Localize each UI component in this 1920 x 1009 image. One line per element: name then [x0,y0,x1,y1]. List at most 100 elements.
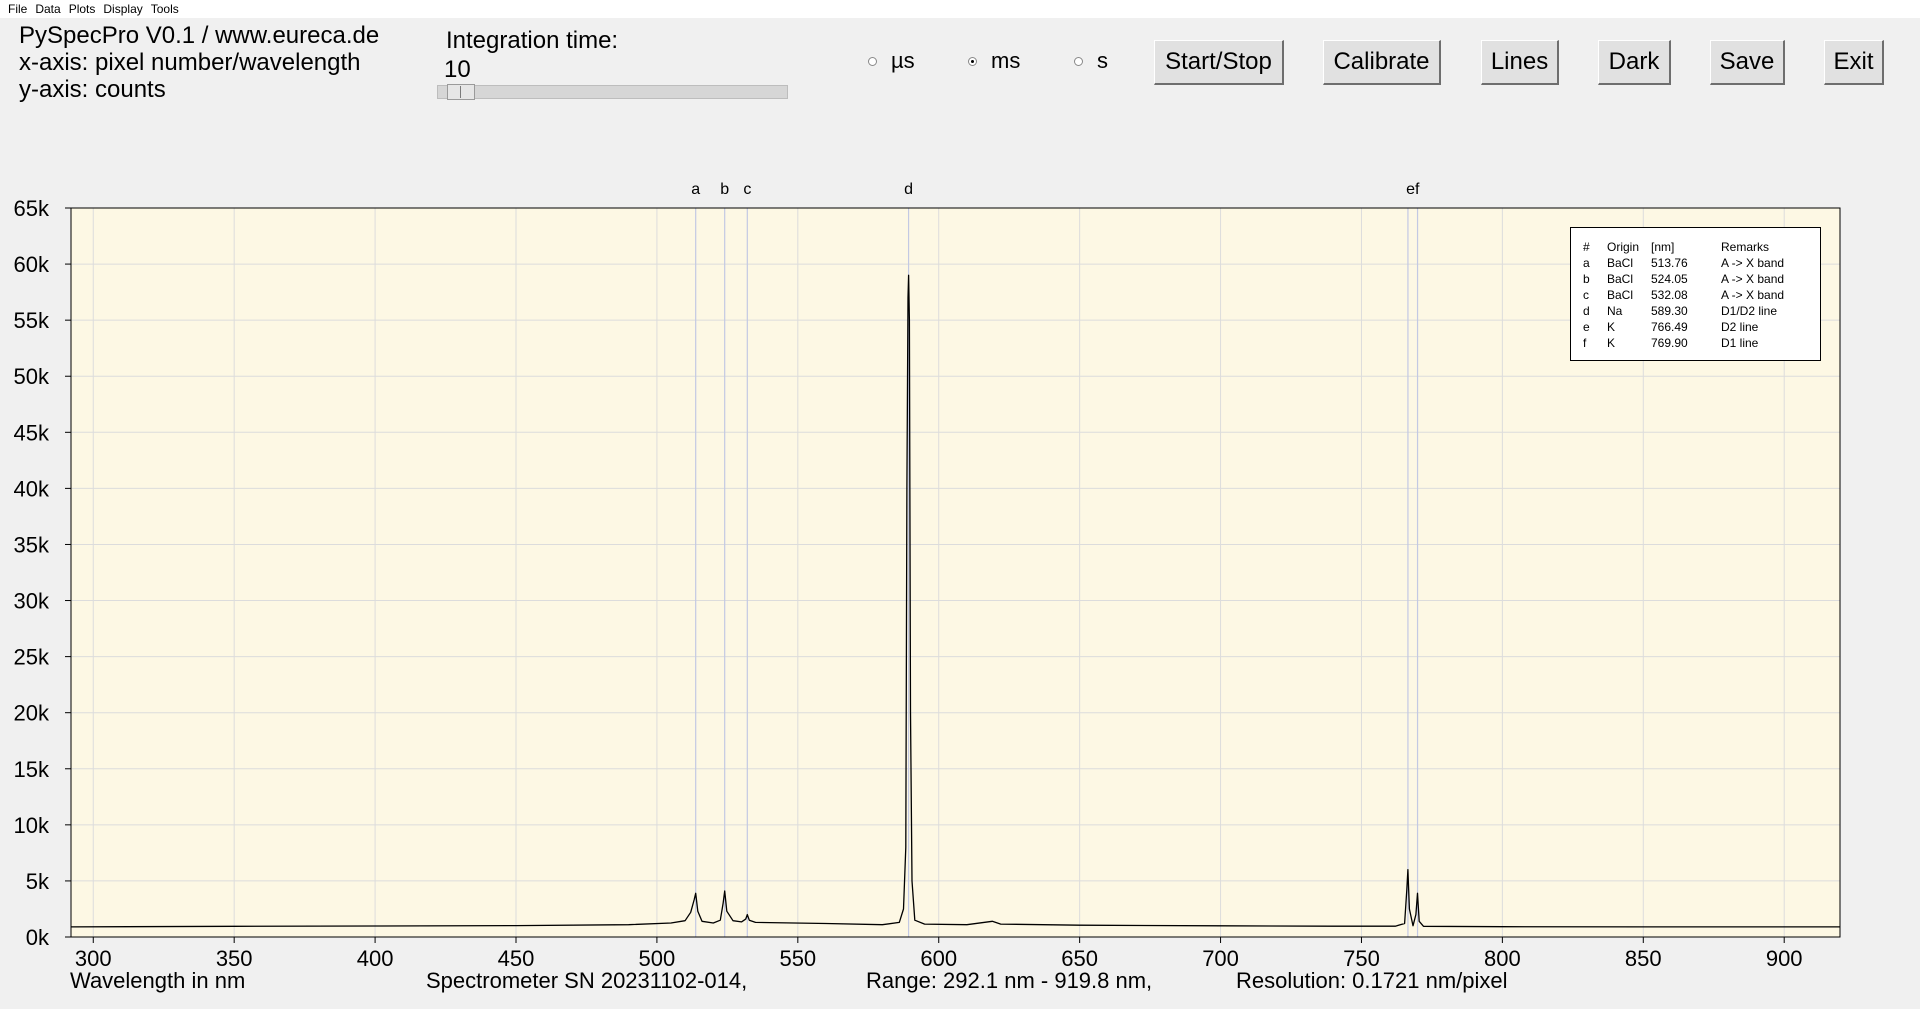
resolution-readout: Resolution: 0.1721 nm/pixel [1236,968,1508,993]
marker-label: c [743,181,751,198]
yaxis-info: y-axis: counts [19,76,166,103]
legend-cell-remarks: A -> X band [1721,256,1785,270]
x-tick-label: 500 [639,946,676,968]
x-tick-label: 700 [1202,946,1239,968]
menu-bar: File Data Plots Display Tools [0,0,1920,18]
legend-cell-remarks: A -> X band [1721,272,1785,286]
x-tick-label: 750 [1343,946,1380,968]
y-tick-label: 30k [14,589,50,614]
app-title: PySpecPro V0.1 / www.eureca.de [19,22,380,49]
legend-cell-wavelength: 524.05 [1651,272,1688,286]
legend-cell-remarks: D1/D2 line [1721,304,1778,318]
x-tick-label: 900 [1766,946,1803,968]
menu-data[interactable]: Data [27,0,60,18]
legend-cell-wavelength: 769.90 [1651,336,1688,350]
legend-row: e K 766.49 D2 line [1571,319,1820,335]
legend-row: b BaCl 524.05 A -> X band [1571,271,1820,287]
exit-button[interactable]: Exit [1824,40,1884,85]
legend-cell-remarks: D2 line [1721,320,1759,334]
y-tick-label: 60k [14,252,50,277]
y-tick-label: 5k [26,869,50,894]
x-tick-label: 550 [779,946,816,968]
integration-label: Integration time: [446,27,619,54]
x-axis-title: Wavelength in nm [70,968,246,993]
legend-header-row: # Origin [nm] Remarks [1571,239,1820,255]
x-tick-label: 300 [75,946,112,968]
menu-plots[interactable]: Plots [61,0,96,18]
x-tick-label: 350 [216,946,253,968]
x-tick-label: 800 [1484,946,1521,968]
y-tick-label: 40k [14,476,50,501]
legend-row: a BaCl 513.76 A -> X band [1571,255,1820,271]
x-tick-label: 850 [1625,946,1662,968]
legend-cell-remarks: D1 line [1721,336,1759,350]
x-tick-label: 450 [498,946,535,968]
unit-s-radio-dot[interactable] [1074,56,1083,66]
y-tick-label: 0k [26,925,50,950]
legend-header-origin: Origin [1607,240,1640,254]
calibrate-button[interactable]: Calibrate [1323,40,1441,85]
legend-cell-remarks: A -> X band [1721,288,1785,302]
legend-cell-index: d [1583,304,1590,318]
dark-button[interactable]: Dark [1598,40,1671,85]
info-panel: PySpecPro V0.1 / www.eureca.de x-axis: p… [19,22,379,103]
xaxis-info: x-axis: pixel number/wavelength [19,49,361,76]
legend-cell-origin: K [1607,336,1616,350]
y-tick-label: 45k [14,420,50,445]
menu-file[interactable]: File [0,0,27,18]
y-tick-label: 65k [14,196,50,221]
integration-panel: Integration time: 10 [444,26,619,84]
line-legend: # Origin [nm] Remarks a BaCl 513.76 A ->… [1570,227,1821,361]
menu-tools[interactable]: Tools [143,0,179,18]
legend-cell-wavelength: 532.08 [1651,288,1688,302]
legend-cell-index: e [1583,320,1590,334]
lines-button[interactable]: Lines [1481,40,1559,85]
marker-label: ef [1406,181,1420,198]
legend-cell-origin: K [1607,320,1616,334]
marker-label: a [691,181,700,198]
legend-cell-origin: Na [1607,304,1623,318]
unit-s-label: s [1097,48,1108,73]
unit-us-radio[interactable]: µs [868,48,915,74]
integration-value: 10 [444,56,471,83]
y-tick-label: 35k [14,532,50,557]
y-tick-label: 25k [14,645,50,670]
y-tick-label: 50k [14,364,50,389]
spectrometer-serial: Spectrometer SN 20231102-014, [426,968,748,993]
y-tick-label: 15k [14,757,50,782]
legend-cell-index: c [1583,288,1589,302]
legend-cell-index: a [1583,256,1590,270]
legend-cell-wavelength: 589.30 [1651,304,1688,318]
legend-cell-origin: BaCl [1607,256,1634,270]
marker-label: d [904,181,913,198]
unit-s-radio[interactable]: s [1074,48,1108,74]
unit-us-radio-dot[interactable] [868,56,877,66]
x-tick-label: 400 [357,946,394,968]
menu-display[interactable]: Display [95,0,142,18]
marker-label: b [720,181,729,198]
legend-row: d Na 589.30 D1/D2 line [1571,303,1820,319]
legend-cell-origin: BaCl [1607,272,1634,286]
unit-ms-radio[interactable]: ms [968,48,1020,74]
integration-slider-handle[interactable] [447,84,476,100]
legend-header-remarks: Remarks [1721,240,1770,254]
save-button[interactable]: Save [1710,40,1785,85]
unit-ms-radio-dot[interactable] [968,56,977,66]
legend-row: f K 769.90 D1 line [1571,335,1820,351]
legend-cell-index: f [1583,336,1587,350]
legend-cell-origin: BaCl [1607,288,1634,302]
legend-header-wavelength: [nm] [1651,240,1675,254]
x-tick-label: 650 [1061,946,1098,968]
integration-slider[interactable] [437,85,788,99]
y-tick-label: 20k [14,701,50,726]
range-readout: Range: 292.1 nm - 919.8 nm, [866,968,1153,993]
x-tick-label: 600 [920,946,957,968]
y-tick-label: 55k [14,308,50,333]
unit-us-label: µs [891,48,915,73]
legend-cell-index: b [1583,272,1590,286]
legend-row: c BaCl 532.08 A -> X band [1571,287,1820,303]
start-stop-button[interactable]: Start/Stop [1154,40,1284,85]
legend-cell-wavelength: 513.76 [1651,256,1688,270]
unit-ms-label: ms [991,48,1021,73]
legend-cell-wavelength: 766.49 [1651,320,1688,334]
